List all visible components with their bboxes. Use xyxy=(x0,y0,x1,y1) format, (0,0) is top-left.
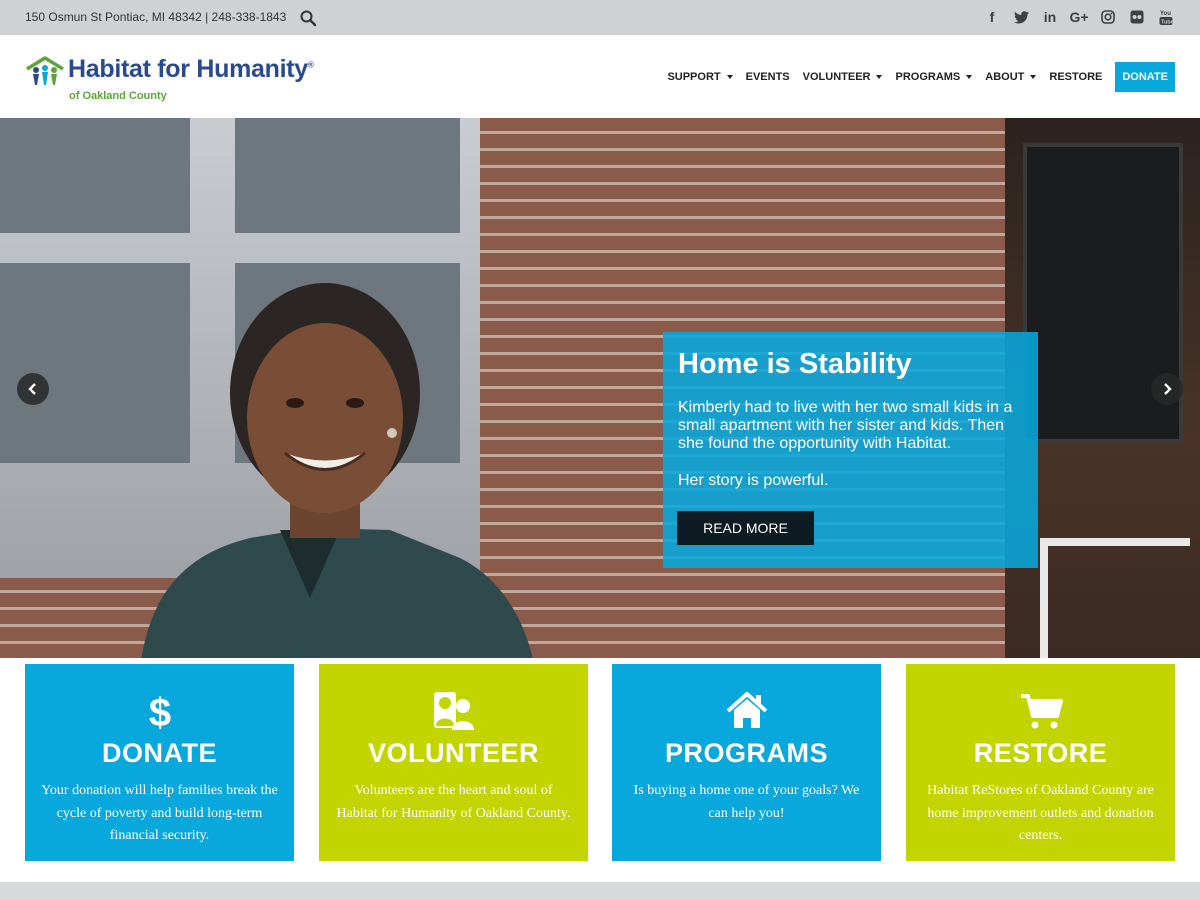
chevron-down-icon xyxy=(726,75,733,79)
chevron-right-icon xyxy=(1164,383,1172,395)
nav-volunteer[interactable]: VOLUNTEER xyxy=(803,71,883,83)
card-description: Is buying a home one of your goals? We c… xyxy=(633,783,860,821)
card-description: Volunteers are the heart and soul of Hab… xyxy=(336,783,571,821)
footer-strip xyxy=(0,882,1200,900)
twitter-icon[interactable] xyxy=(1011,7,1031,27)
donate-card[interactable]: $ DONATE Your donation will help familie… xyxy=(25,664,294,861)
main-nav: SUPPORT EVENTS VOLUNTEER PROGRAMS ABOUT … xyxy=(654,62,1175,92)
background-chair xyxy=(1040,538,1190,658)
chevron-down-icon xyxy=(966,75,973,79)
nav-programs[interactable]: PROGRAMS xyxy=(895,71,973,83)
youtube-icon[interactable]: You Tube xyxy=(1156,7,1176,27)
google-plus-icon[interactable]: G+ xyxy=(1069,7,1089,27)
hero-tagline: Her story is powerful. xyxy=(678,472,829,489)
logo-wordmark: Habitat for Humanity® xyxy=(68,55,314,83)
nav-restore[interactable]: RESTORE xyxy=(1049,71,1102,83)
instagram-icon[interactable] xyxy=(1098,7,1118,27)
chevron-left-icon xyxy=(28,383,36,395)
social-links: f in G+ You Tube xyxy=(973,6,1176,28)
site-header: Habitat for Humanity® of Oakland County … xyxy=(0,35,1200,118)
nav-events[interactable]: EVENTS xyxy=(746,71,790,83)
feature-cards: $ DONATE Your donation will help familie… xyxy=(0,658,1200,882)
site-logo[interactable]: Habitat for Humanity® of Oakland County xyxy=(25,55,325,107)
search-icon[interactable] xyxy=(299,9,317,27)
restore-card[interactable]: RESTORE Habitat ReStores of Oakland Coun… xyxy=(906,664,1175,861)
dollar-icon: $ xyxy=(148,691,170,732)
svg-text:$: $ xyxy=(148,691,170,732)
card-title: DONATE xyxy=(102,738,217,768)
carousel-next-button[interactable] xyxy=(1151,373,1183,405)
flickr-icon[interactable] xyxy=(1127,7,1147,27)
logo-subtitle: of Oakland County xyxy=(69,90,167,102)
svg-text:You: You xyxy=(1160,11,1171,17)
hero-body: Kimberly had to live with her two small … xyxy=(678,399,1013,452)
chevron-down-icon xyxy=(1030,75,1037,79)
habitat-logo-icon xyxy=(26,56,64,85)
read-more-button[interactable]: READ MORE xyxy=(677,511,814,545)
chevron-down-icon xyxy=(876,75,883,79)
nav-about[interactable]: ABOUT xyxy=(985,71,1037,83)
card-title: VOLUNTEER xyxy=(367,738,539,768)
nav-support[interactable]: SUPPORT xyxy=(667,71,733,83)
hero-photo-woman xyxy=(141,283,533,658)
carousel-prev-button[interactable] xyxy=(17,373,49,405)
home-icon xyxy=(726,692,767,728)
hero-title: Home is Stability xyxy=(678,348,912,380)
people-icon xyxy=(433,692,474,730)
contact-info: 150 Osmun St Pontiac, MI 48342 | 248-338… xyxy=(25,10,287,24)
hero-caption-box: Home is Stability Kimberly had to live w… xyxy=(663,332,1038,568)
svg-text:Tube: Tube xyxy=(1161,20,1173,26)
hero-carousel: Home is Stability Kimberly had to live w… xyxy=(0,118,1200,658)
linkedin-icon[interactable]: in xyxy=(1040,7,1060,27)
card-description: Your donation will help families break t… xyxy=(41,783,278,843)
card-title: PROGRAMS xyxy=(664,738,828,768)
card-description: Habitat ReStores of Oakland County are h… xyxy=(927,783,1154,843)
programs-card[interactable]: PROGRAMS Is buying a home one of your go… xyxy=(612,664,881,861)
utility-bar: 150 Osmun St Pontiac, MI 48342 | 248-338… xyxy=(0,0,1200,35)
facebook-icon[interactable]: f xyxy=(982,7,1002,27)
donate-button[interactable]: DONATE xyxy=(1115,62,1175,92)
cart-icon xyxy=(1020,694,1063,729)
card-title: RESTORE xyxy=(973,738,1108,768)
volunteer-card[interactable]: VOLUNTEER Volunteers are the heart and s… xyxy=(319,664,588,861)
